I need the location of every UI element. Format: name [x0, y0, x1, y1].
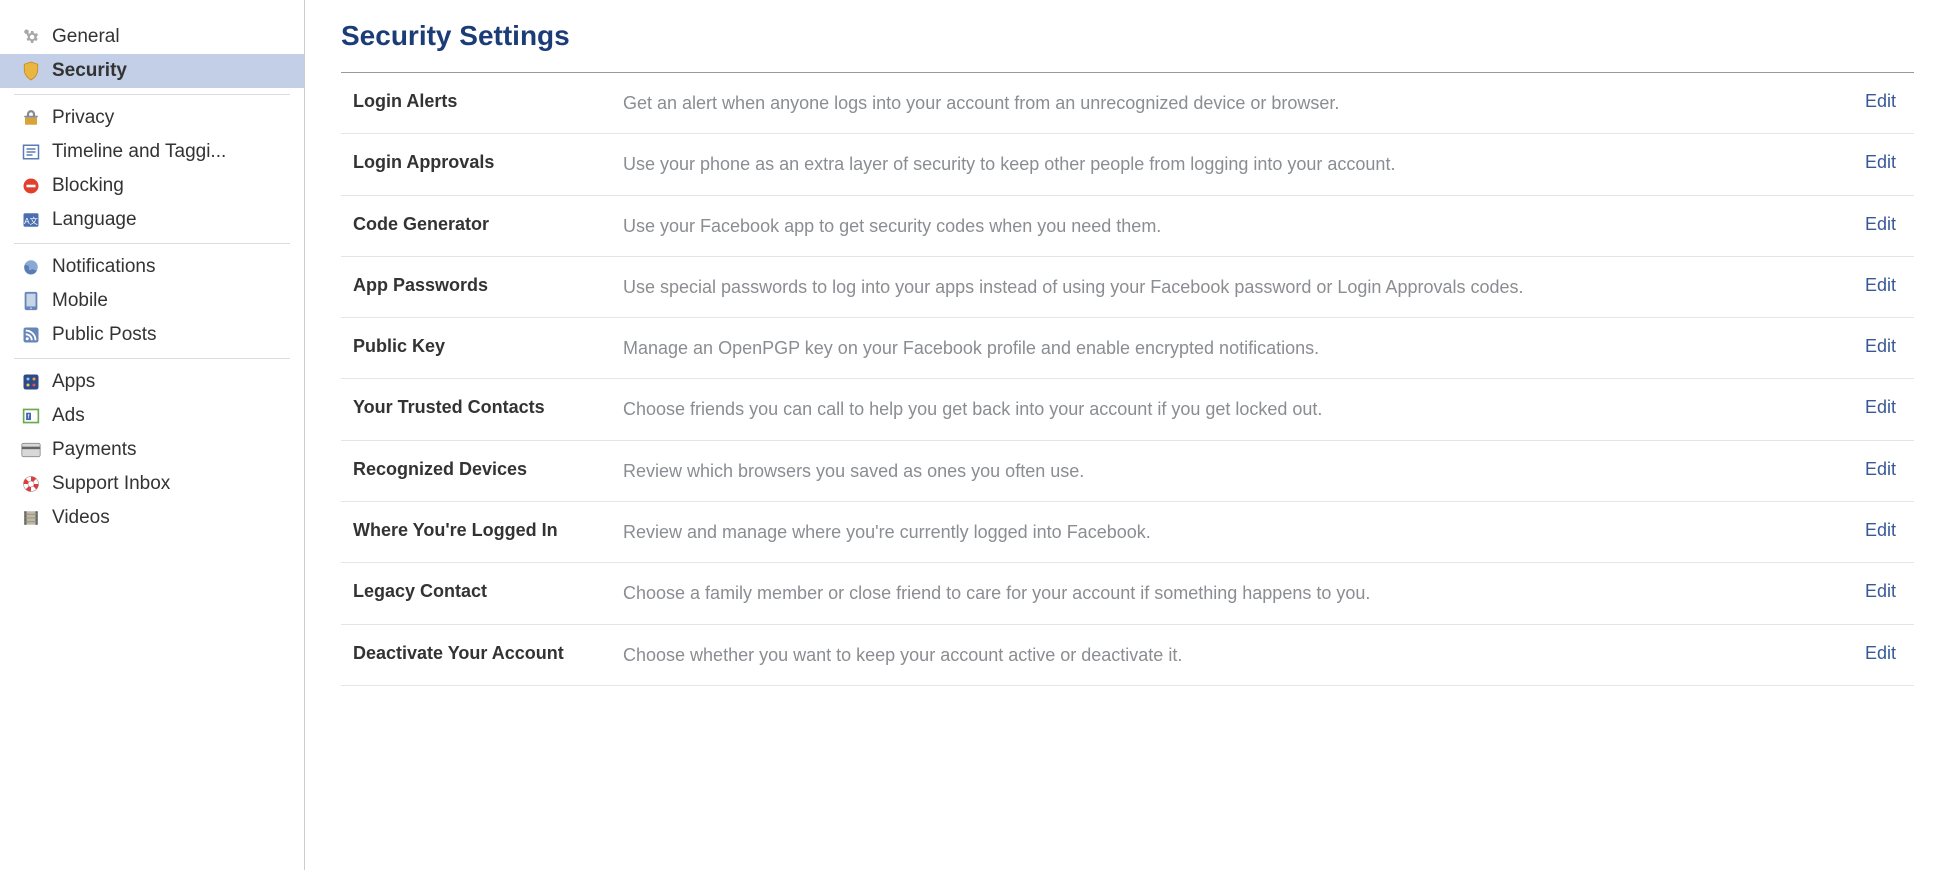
sidebar-item-apps[interactable]: Apps — [0, 365, 304, 399]
settings-row-label: Your Trusted Contacts — [353, 397, 623, 418]
settings-row: Legacy ContactChoose a family member or … — [341, 563, 1914, 624]
edit-link[interactable]: Edit — [1865, 336, 1896, 357]
globe-icon — [20, 256, 42, 278]
block-icon — [20, 175, 42, 197]
edit-link[interactable]: Edit — [1865, 275, 1896, 296]
sidebar-item-public-posts[interactable]: Public Posts — [0, 318, 304, 352]
ads-icon: f — [20, 405, 42, 427]
settings-row-description: Use special passwords to log into your a… — [623, 275, 1865, 299]
sidebar-item-privacy[interactable]: Privacy — [0, 101, 304, 135]
card-icon — [20, 439, 42, 461]
edit-link[interactable]: Edit — [1865, 459, 1896, 480]
svg-text:f: f — [28, 413, 30, 420]
sidebar-item-general[interactable]: General — [0, 20, 304, 54]
sidebar-item-notifications[interactable]: Notifications — [0, 250, 304, 284]
edit-link[interactable]: Edit — [1865, 520, 1896, 541]
sidebar: General Security Privacy Timeline and Taggi… — [0, 0, 305, 870]
settings-row-label: Recognized Devices — [353, 459, 623, 480]
film-icon — [20, 507, 42, 529]
settings-row-description: Manage an OpenPGP key on your Facebook p… — [623, 336, 1865, 360]
edit-link[interactable]: Edit — [1865, 214, 1896, 235]
sidebar-item-support-inbox[interactable]: Support Inbox — [0, 467, 304, 501]
settings-row-description: Choose friends you can call to help you … — [623, 397, 1865, 421]
sidebar-item-label: Privacy — [52, 107, 114, 129]
main-content: Security Settings Login AlertsGet an ale… — [305, 0, 1950, 870]
shield-icon — [20, 60, 42, 82]
sidebar-item-label: Security — [52, 60, 127, 82]
edit-link[interactable]: Edit — [1865, 643, 1896, 664]
sidebar-item-label: General — [52, 26, 120, 48]
rss-icon — [20, 324, 42, 346]
edit-link[interactable]: Edit — [1865, 152, 1896, 173]
settings-row: Login AlertsGet an alert when anyone log… — [341, 73, 1914, 134]
lifering-icon — [20, 473, 42, 495]
settings-row: Deactivate Your AccountChoose whether yo… — [341, 625, 1914, 686]
settings-row-description: Use your Facebook app to get security co… — [623, 214, 1865, 238]
sidebar-item-label: Mobile — [52, 290, 108, 312]
settings-row-label: Login Approvals — [353, 152, 623, 173]
settings-row-description: Use your phone as an extra layer of secu… — [623, 152, 1865, 176]
sidebar-group: Privacy Timeline and Taggi... Blocking A文 La… — [14, 95, 290, 244]
settings-row-label: Code Generator — [353, 214, 623, 235]
svg-text:A文: A文 — [24, 216, 38, 226]
settings-row-description: Choose whether you want to keep your acc… — [623, 643, 1865, 667]
settings-row-label: Legacy Contact — [353, 581, 623, 602]
timeline-icon — [20, 141, 42, 163]
sidebar-item-label: Timeline and Taggi... — [52, 141, 226, 163]
sidebar-item-timeline-and-taggi[interactable]: Timeline and Taggi... — [0, 135, 304, 169]
settings-row-label: App Passwords — [353, 275, 623, 296]
sidebar-item-blocking[interactable]: Blocking — [0, 169, 304, 203]
settings-row-description: Review which browsers you saved as ones … — [623, 459, 1865, 483]
sidebar-item-label: Public Posts — [52, 324, 157, 346]
settings-row: Login ApprovalsUse your phone as an extr… — [341, 134, 1914, 195]
settings-row-label: Where You're Logged In — [353, 520, 623, 541]
settings-row: Public KeyManage an OpenPGP key on your … — [341, 318, 1914, 379]
sidebar-item-label: Language — [52, 209, 137, 231]
sidebar-item-language[interactable]: A文 Language — [0, 203, 304, 237]
sidebar-item-payments[interactable]: Payments — [0, 433, 304, 467]
sidebar-item-ads[interactable]: f Ads — [0, 399, 304, 433]
sidebar-item-label: Notifications — [52, 256, 156, 278]
settings-row: App PasswordsUse special passwords to lo… — [341, 257, 1914, 318]
sidebar-item-security[interactable]: Security — [0, 54, 304, 88]
sidebar-item-label: Ads — [52, 405, 85, 427]
edit-link[interactable]: Edit — [1865, 581, 1896, 602]
language-icon: A文 — [20, 209, 42, 231]
edit-link[interactable]: Edit — [1865, 91, 1896, 112]
settings-row-description: Choose a family member or close friend t… — [623, 581, 1865, 605]
apps-icon — [20, 371, 42, 393]
sidebar-item-mobile[interactable]: Mobile — [0, 284, 304, 318]
settings-row: Where You're Logged InReview and manage … — [341, 502, 1914, 563]
sidebar-group: General Security — [14, 14, 290, 95]
sidebar-item-label: Videos — [52, 507, 110, 529]
mobile-icon — [20, 290, 42, 312]
settings-row-label: Deactivate Your Account — [353, 643, 623, 664]
settings-row: Code GeneratorUse your Facebook app to g… — [341, 196, 1914, 257]
settings-row: Your Trusted ContactsChoose friends you … — [341, 379, 1914, 440]
sidebar-item-label: Support Inbox — [52, 473, 170, 495]
settings-row-description: Get an alert when anyone logs into your … — [623, 91, 1865, 115]
settings-row-label: Login Alerts — [353, 91, 623, 112]
settings-row-description: Review and manage where you're currently… — [623, 520, 1865, 544]
gear-icon — [20, 26, 42, 48]
page-title: Security Settings — [341, 20, 1914, 52]
lock-icon — [20, 107, 42, 129]
sidebar-item-videos[interactable]: Videos — [0, 501, 304, 535]
settings-list: Login AlertsGet an alert when anyone log… — [341, 72, 1914, 686]
sidebar-item-label: Apps — [52, 371, 95, 393]
settings-row-label: Public Key — [353, 336, 623, 357]
sidebar-item-label: Blocking — [52, 175, 124, 197]
sidebar-group: Notifications Mobile Public Posts — [14, 244, 290, 359]
edit-link[interactable]: Edit — [1865, 397, 1896, 418]
settings-row: Recognized DevicesReview which browsers … — [341, 441, 1914, 502]
sidebar-item-label: Payments — [52, 439, 136, 461]
sidebar-group: Apps f Ads Payments Support Inbox Videos — [14, 359, 290, 541]
